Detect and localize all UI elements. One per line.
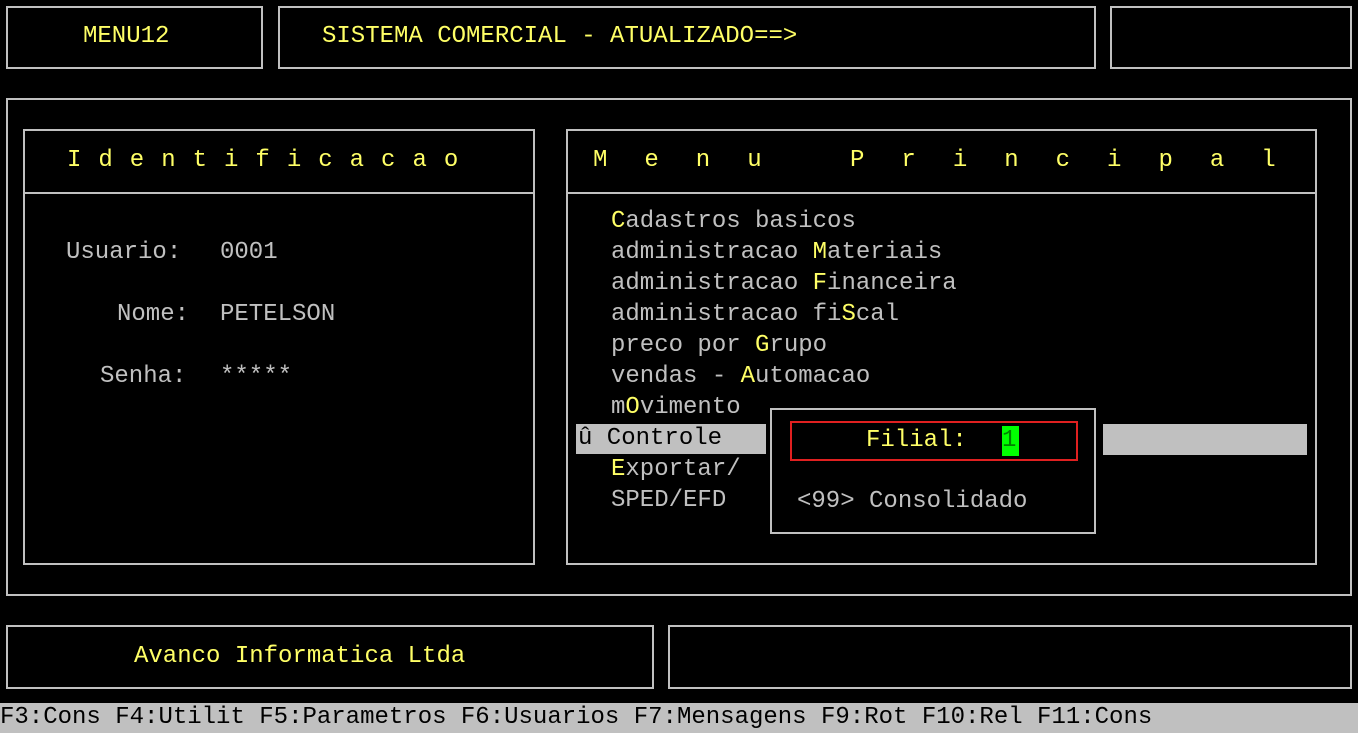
filial-input[interactable]: 1 xyxy=(1002,426,1019,456)
fkey-f10-rel[interactable]: F10:Rel xyxy=(922,703,1023,733)
fkey-f5-parametros[interactable]: F5:Parametros xyxy=(259,703,446,733)
header-right-box xyxy=(1110,6,1352,69)
function-key-bar: F3:Cons F4:Utilit F5:Parametros F6:Usuar… xyxy=(0,703,1358,733)
identificacao-title: I d e n t i f i c a c a o xyxy=(67,147,460,174)
menu-item-sped-efd[interactable]: SPED/EFD xyxy=(611,486,726,516)
menu-principal-title: M e n u P r i n c i p a l xyxy=(593,147,1287,174)
usuario-label: Usuario: xyxy=(66,239,182,266)
filial-dialog: Filial: 1 <99> Consolidado xyxy=(770,408,1096,534)
footer-right-box xyxy=(668,625,1352,689)
menu-id-box: MENU12 xyxy=(6,6,263,69)
company-name: Avanco Informatica Ltda xyxy=(134,643,466,670)
menu-item-preco-grupo[interactable]: preco por Grupo xyxy=(611,331,827,361)
menu-item-vendas-automacao[interactable]: vendas - Automacao xyxy=(611,362,870,392)
selection-bar-right xyxy=(1103,424,1307,455)
fkey-f3-cons[interactable]: F3:Cons xyxy=(0,703,101,733)
menu-item-materiais[interactable]: administracao Materiais xyxy=(611,238,942,268)
menu-item-controle-selected[interactable]: û Controle xyxy=(576,424,766,454)
fkey-f9-rot[interactable]: F9:Rot xyxy=(821,703,907,733)
system-title: SISTEMA COMERCIAL - ATUALIZADO==> xyxy=(322,23,798,50)
nome-value: PETELSON xyxy=(220,301,336,328)
fkey-f4-utilit[interactable]: F4:Utilit xyxy=(115,703,245,733)
menu-item-fiscal[interactable]: administracao fiScal xyxy=(611,300,899,330)
fkey-f11-cons[interactable]: F11:Cons xyxy=(1037,703,1152,733)
filial-input-box[interactable]: Filial: 1 xyxy=(790,421,1078,461)
menu-principal-divider xyxy=(568,192,1315,194)
system-title-box: SISTEMA COMERCIAL - ATUALIZADO==> xyxy=(278,6,1096,69)
company-box: Avanco Informatica Ltda xyxy=(6,625,654,689)
menu-id: MENU12 xyxy=(83,23,170,50)
menu-item-movimento[interactable]: mOvimento xyxy=(611,393,741,423)
senha-label: Senha: xyxy=(100,363,187,390)
menu-item-exportar[interactable]: Exportar/ xyxy=(611,455,741,485)
fkey-f6-usuarios[interactable]: F6:Usuarios xyxy=(461,703,619,733)
filial-label: Filial: xyxy=(866,427,967,454)
nome-label: Nome: xyxy=(117,301,190,328)
fkey-f7-mensagens[interactable]: F7:Mensagens xyxy=(634,703,807,733)
menu-item-financeira[interactable]: administracao Financeira xyxy=(611,269,957,299)
identificacao-divider xyxy=(25,192,533,194)
senha-value: ***** xyxy=(220,363,293,390)
identificacao-panel: I d e n t i f i c a c a o Usuario: 0001 … xyxy=(23,129,535,565)
usuario-value: 0001 xyxy=(220,239,278,266)
menu-item-cadastros[interactable]: Cadastros basicos xyxy=(611,207,856,237)
filial-consolidado-hint: <99> Consolidado xyxy=(797,488,1028,515)
